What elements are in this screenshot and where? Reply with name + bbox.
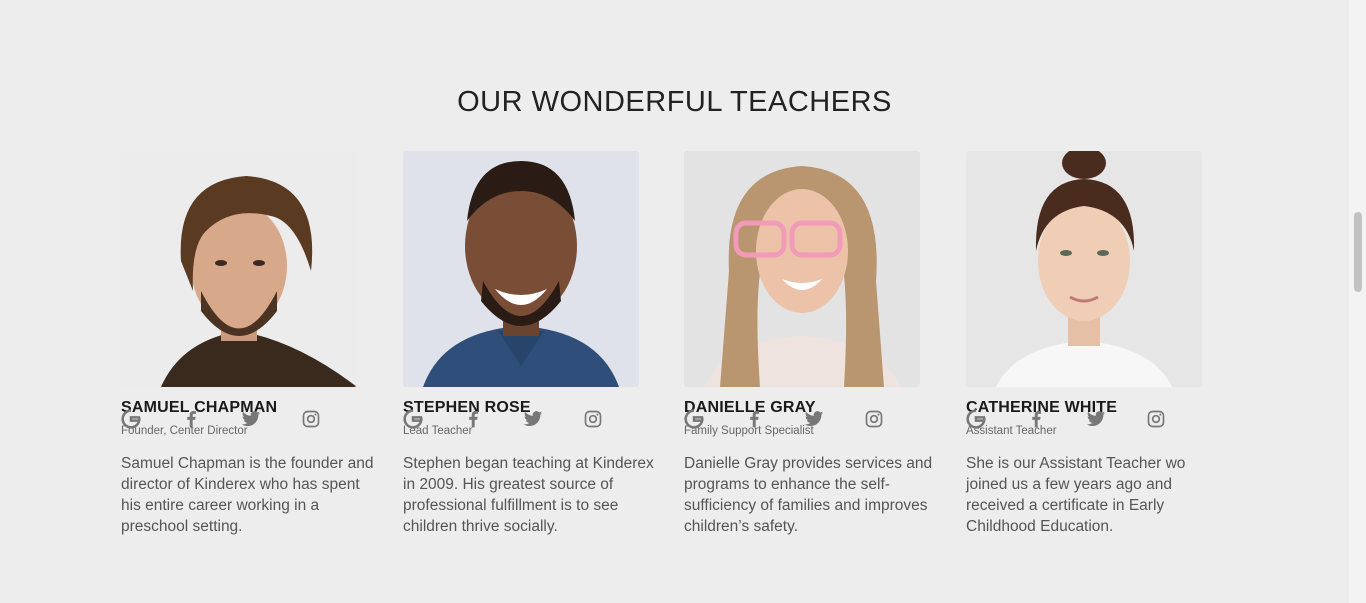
section-title: OUR WONDERFUL TEACHERS xyxy=(457,86,892,118)
google-icon[interactable] xyxy=(403,407,463,431)
teacher-photo-image xyxy=(684,151,920,387)
teacher-card: SAMUEL CHAPMAN Founder, Center Director … xyxy=(121,151,383,537)
google-icon[interactable] xyxy=(966,407,1026,431)
instagram-icon[interactable] xyxy=(1146,407,1206,431)
teacher-photo xyxy=(403,151,639,387)
teacher-photo-image xyxy=(121,151,357,387)
instagram-icon[interactable] xyxy=(583,407,643,431)
social-links xyxy=(966,407,1206,431)
scrollbar[interactable] xyxy=(1349,0,1366,603)
social-links xyxy=(403,407,643,431)
teacher-photo xyxy=(121,151,357,387)
teacher-bio: Stephen began teaching at Kinderex in 20… xyxy=(403,455,654,535)
google-icon[interactable] xyxy=(684,407,744,431)
instagram-icon[interactable] xyxy=(301,407,361,431)
facebook-icon[interactable] xyxy=(181,407,241,431)
social-links xyxy=(121,407,361,431)
teacher-bio: She is our Assistant Teacher wo joined u… xyxy=(966,455,1186,535)
social-links xyxy=(684,407,924,431)
teacher-photo-image xyxy=(966,151,1202,387)
teacher-card: CATHERINE WHITE Assistant Teacher She is… xyxy=(966,151,1228,537)
twitter-icon[interactable] xyxy=(1086,407,1146,431)
twitter-icon[interactable] xyxy=(241,407,301,431)
scrollbar-thumb[interactable] xyxy=(1354,212,1362,292)
facebook-icon[interactable] xyxy=(1026,407,1086,431)
twitter-icon[interactable] xyxy=(523,407,583,431)
facebook-icon[interactable] xyxy=(744,407,804,431)
teachers-section: OUR WONDERFUL TEACHERS SAMUEL CHAPMAN Fo… xyxy=(0,0,1366,603)
twitter-icon[interactable] xyxy=(804,407,864,431)
facebook-icon[interactable] xyxy=(463,407,523,431)
teacher-bio: Danielle Gray provides services and prog… xyxy=(684,455,933,535)
teacher-photo xyxy=(966,151,1202,387)
teacher-card: STEPHEN ROSE Lead Teacher Stephen began … xyxy=(403,151,665,537)
instagram-icon[interactable] xyxy=(864,407,924,431)
teacher-photo-image xyxy=(403,151,639,387)
teacher-bio: Samuel Chapman is the founder and direct… xyxy=(121,455,374,535)
teacher-photo xyxy=(684,151,920,387)
google-icon[interactable] xyxy=(121,407,181,431)
teacher-card: DANIELLE GRAY Family Support Specialist … xyxy=(684,151,946,537)
